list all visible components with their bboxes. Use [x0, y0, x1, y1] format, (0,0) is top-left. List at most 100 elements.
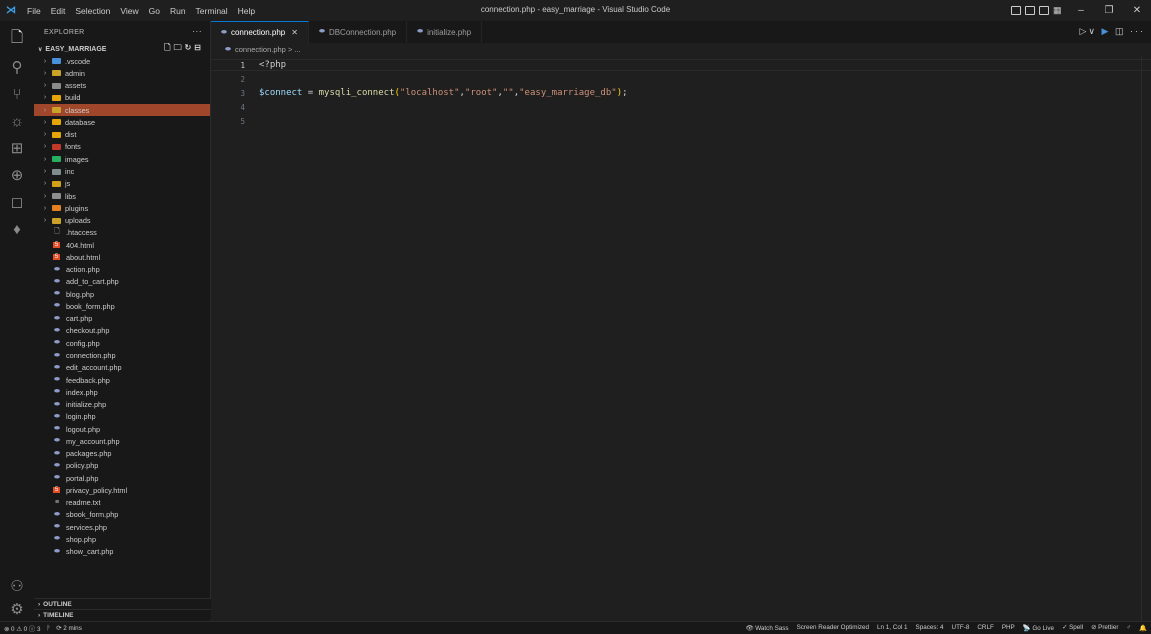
file-checkout-php[interactable]: ⬬ checkout.php: [34, 325, 210, 337]
code-line[interactable]: 3 $connect = mysqli_connect("localhost",…: [211, 87, 1151, 99]
outline-section[interactable]: › OUTLINE: [34, 598, 211, 609]
status-item[interactable]: Ln 1, Col 1: [877, 624, 907, 632]
settings-gear-icon[interactable]: ⚙: [0, 597, 34, 621]
status-item[interactable]: Spaces: 4: [916, 624, 944, 632]
menu-selection[interactable]: Selection: [70, 6, 115, 16]
file-sbook-form-php[interactable]: ⬬ sbook_form.php: [34, 509, 210, 521]
status-item[interactable]: PHP: [1002, 624, 1015, 632]
menu-file[interactable]: File: [22, 6, 46, 16]
more-actions-icon[interactable]: ···: [1130, 26, 1145, 36]
split-editor-icon[interactable]: ◫: [1115, 26, 1126, 36]
folder-admin[interactable]: › admin: [34, 67, 210, 79]
file--htaccess[interactable]: 🗋 .htaccess: [34, 227, 210, 239]
tab-dbconnection-php[interactable]: ⬬ DBConnection.php: [309, 21, 408, 43]
file-portal-php[interactable]: ⬬ portal.php: [34, 472, 210, 484]
file-blog-php[interactable]: ⬬ blog.php: [34, 288, 210, 300]
chevron-down-icon[interactable]: ∨: [1088, 26, 1097, 36]
file-book-form-php[interactable]: ⬬ book_form.php: [34, 300, 210, 312]
status-item[interactable]: ✓ Spell: [1062, 624, 1083, 632]
collapse-all-icon[interactable]: ⊟: [194, 43, 204, 52]
menu-run[interactable]: Run: [165, 6, 191, 16]
maximize-button[interactable]: ❐: [1095, 5, 1123, 16]
remote-explorer-icon[interactable]: ⊕: [0, 163, 34, 187]
folder--vscode[interactable]: › .vscode: [34, 55, 210, 67]
close-button[interactable]: ✕: [1123, 5, 1151, 16]
search-icon[interactable]: ⚲: [0, 55, 34, 79]
folder-plugins[interactable]: › plugins: [34, 202, 210, 214]
mongodb-leaf-icon[interactable]: ♦: [0, 217, 34, 241]
editor-scrollbar[interactable]: [1141, 56, 1151, 621]
tab-initialize-php[interactable]: ⬬ initialize.php: [407, 21, 483, 43]
status-item[interactable]: ⊘ Prettier: [1091, 624, 1118, 632]
accounts-icon[interactable]: ⚇: [0, 574, 34, 598]
menu-view[interactable]: View: [115, 6, 143, 16]
file-config-php[interactable]: ⬬ config.php: [34, 337, 210, 349]
status-item[interactable]: UTF-8: [952, 624, 970, 632]
code-editor[interactable]: 1 <?php 2 3 $connect = mysqli_connect("l…: [211, 56, 1151, 621]
file-my-account-php[interactable]: ⬬ my_account.php: [34, 435, 210, 447]
folder-assets[interactable]: › assets: [34, 80, 210, 92]
menu-help[interactable]: Help: [233, 6, 260, 16]
file-readme-txt[interactable]: ≡ readme.txt: [34, 497, 210, 509]
breadcrumb[interactable]: ⬬ connection.php > ...: [211, 43, 1151, 56]
more-actions-icon[interactable]: ···: [192, 26, 202, 36]
file-privacy-policy-html[interactable]: 5 privacy_policy.html: [34, 484, 210, 496]
folder-build[interactable]: › build: [34, 92, 210, 104]
code-line[interactable]: 5: [211, 115, 1151, 127]
file-about-html[interactable]: 5 about.html: [34, 251, 210, 263]
run-debug-icon[interactable]: ☼: [0, 109, 34, 133]
explorer-icon[interactable]: 🗋: [0, 27, 34, 51]
folder-images[interactable]: › images: [34, 153, 210, 165]
extensions-icon[interactable]: ⊞: [0, 136, 34, 160]
menu-terminal[interactable]: Terminal: [191, 6, 233, 16]
folder-libs[interactable]: › libs: [34, 190, 210, 202]
source-control-icon[interactable]: ⑂: [0, 82, 34, 106]
folder-database[interactable]: › database: [34, 116, 210, 128]
file-shop-php[interactable]: ⬬ shop.php: [34, 533, 210, 545]
preview-icon[interactable]: ▶: [1102, 26, 1111, 36]
toggle-primary-sidebar-icon[interactable]: [1011, 6, 1021, 15]
folder-uploads[interactable]: › uploads: [34, 214, 210, 226]
code-line[interactable]: 2: [211, 73, 1151, 85]
folder-inc[interactable]: › inc: [34, 165, 210, 177]
folder-classes[interactable]: › classes: [34, 104, 210, 117]
file-edit-account-php[interactable]: ⬬ edit_account.php: [34, 362, 210, 374]
status-item[interactable]: Screen Reader Optimized: [797, 624, 869, 632]
file-action-php[interactable]: ⬬ action.php: [34, 264, 210, 276]
file-index-php[interactable]: ⬬ index.php: [34, 386, 210, 398]
status-item[interactable]: 🔔: [1139, 624, 1147, 632]
menu-edit[interactable]: Edit: [46, 6, 71, 16]
file-policy-php[interactable]: ⬬ policy.php: [34, 460, 210, 472]
file-404-html[interactable]: 5 404.html: [34, 239, 210, 251]
status-item[interactable]: ♂: [1126, 624, 1131, 632]
file-connection-php[interactable]: ⬬ connection.php: [34, 349, 210, 361]
customize-layout-icon[interactable]: ▦: [1053, 6, 1063, 15]
menu-go[interactable]: Go: [144, 6, 165, 16]
refresh-icon[interactable]: ↻: [185, 43, 195, 52]
close-icon[interactable]: ✕: [291, 28, 298, 37]
chat-icon[interactable]: ◻: [0, 190, 34, 214]
toggle-panel-icon[interactable]: [1025, 6, 1035, 15]
code-line[interactable]: 1 <?php: [211, 59, 1151, 71]
code-line[interactable]: 4: [211, 101, 1151, 113]
branch-icon[interactable]: ᚹ: [46, 625, 50, 632]
file-logout-php[interactable]: ⬬ logout.php: [34, 423, 210, 435]
file-cart-php[interactable]: ⬬ cart.php: [34, 313, 210, 325]
status-item[interactable]: CRLF: [977, 624, 993, 632]
tab-connection-php[interactable]: ⬬ connection.php ✕: [211, 21, 309, 43]
workspace-root[interactable]: ∨ EASY_MARRIAGE 🗋🗀↻⊟: [34, 43, 210, 55]
wakatime-status[interactable]: ⟳ 2 mins: [56, 625, 82, 632]
status-item[interactable]: 📡 Go Live: [1023, 624, 1054, 632]
file-services-php[interactable]: ⬬ services.php: [34, 521, 210, 533]
file-add-to-cart-php[interactable]: ⬬ add_to_cart.php: [34, 276, 210, 288]
timeline-section[interactable]: › TIMELINE: [34, 609, 211, 620]
file-initialize-php[interactable]: ⬬ initialize.php: [34, 398, 210, 410]
folder-dist[interactable]: › dist: [34, 129, 210, 141]
file-feedback-php[interactable]: ⬬ feedback.php: [34, 374, 210, 386]
minimize-button[interactable]: –: [1067, 5, 1095, 16]
problems-status[interactable]: ⊗ 0 ⚠ 0 ⓘ 3: [4, 624, 40, 633]
toggle-secondary-sidebar-icon[interactable]: [1039, 6, 1049, 15]
file-login-php[interactable]: ⬬ login.php: [34, 411, 210, 423]
status-item[interactable]: 👁 Watch Sass: [745, 624, 788, 632]
folder-fonts[interactable]: › fonts: [34, 141, 210, 153]
